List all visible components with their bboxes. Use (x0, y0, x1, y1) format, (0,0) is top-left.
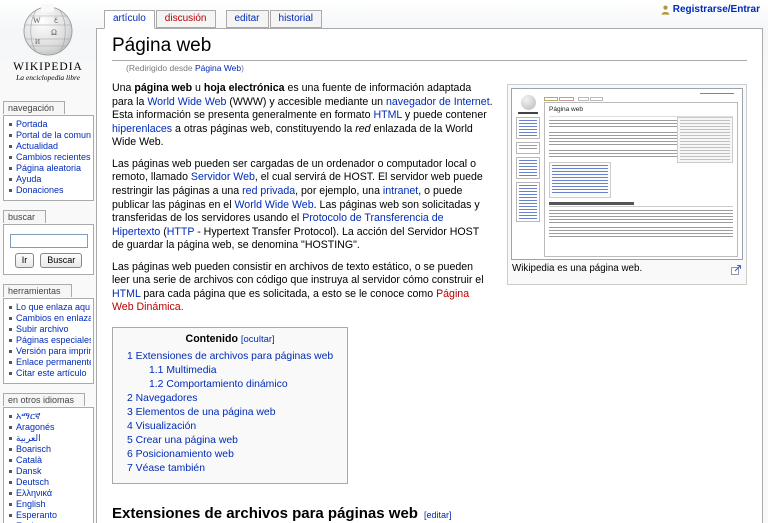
sidebar: W Ω И ع WIKIPEDIA La enciclopedia libre … (0, 0, 96, 523)
svg-text:W: W (33, 16, 41, 25)
lang-item-amharic[interactable]: አማርኛ (8, 411, 91, 422)
lang-item-greek[interactable]: Ελληνικά (8, 488, 91, 499)
article-link[interactable]: Servidor Web (191, 171, 255, 183)
sidebar-item-actualidad[interactable]: Actualidad (8, 141, 91, 152)
portlet-languages: en otros idiomas አማርኛ Aragonés العربية B… (3, 389, 94, 523)
tab-articulo[interactable]: artículo (104, 10, 155, 29)
toc-item-1-1[interactable]: 1.1 Multimedia (149, 364, 333, 378)
search-button[interactable]: Buscar (40, 253, 82, 268)
portlet-navigation-title: navegación (3, 101, 65, 114)
toc-item-5[interactable]: 5 Crear una página web (127, 434, 333, 448)
portlet-navigation: navegación Portada Portal de la comunida… (3, 97, 94, 201)
sidebar-item-ayuda[interactable]: Ayuda (8, 174, 91, 185)
lang-item-esperanto[interactable]: Esperanto (8, 510, 91, 521)
toc-item-1-2[interactable]: 1.2 Comportamiento dinámico (149, 378, 333, 392)
article-link[interactable]: World Wide Web (147, 96, 226, 108)
tool-item-citar-articulo[interactable]: Citar este artículo (8, 368, 91, 379)
article-link[interactable]: hiperenlaces (112, 123, 172, 135)
table-of-contents: Contenido [ocultar] 1 Extensiones de arc… (112, 327, 348, 485)
sidebar-item-donaciones[interactable]: Donaciones (8, 185, 91, 196)
sidebar-item-portal-comunidad[interactable]: Portal de la comunidad (8, 130, 91, 141)
tool-item-paginas-especiales[interactable]: Páginas especiales (8, 335, 91, 346)
mini-wordmark (518, 112, 538, 114)
tool-item-enlace-permanente[interactable]: Enlace permanente (8, 357, 91, 368)
toc-item-6[interactable]: 6 Posicionamiento web (127, 448, 333, 462)
toc-hide-link[interactable]: [ocultar] (241, 334, 275, 345)
page-tabs: artículo discusión editar historial (104, 10, 323, 29)
enlarge-icon[interactable] (731, 264, 742, 280)
lang-item-aragones[interactable]: Aragonés (8, 422, 91, 433)
search-input[interactable] (10, 234, 88, 248)
portlet-languages-title: en otros idiomas (3, 393, 85, 406)
tool-item-cambios-enlazadas[interactable]: Cambios en enlazadas (8, 313, 91, 324)
wikipedia-wordmark: WIKIPEDIA (0, 61, 96, 73)
mini-sidebar (516, 95, 540, 222)
user-icon (661, 5, 670, 15)
toc-item-1[interactable]: 1 Extensiones de archivos para páginas w… (127, 350, 333, 364)
personal-bar: Registrarse/Entrar (661, 4, 760, 15)
thumbnail-image[interactable]: Página web (511, 88, 743, 260)
wikipedia-globe-icon: W Ω И ع (21, 2, 75, 58)
svg-text:Ω: Ω (51, 28, 57, 37)
login-link[interactable]: Registrarse/Entrar (673, 4, 760, 15)
wikipedia-page: Registrarse/Entrar W Ω И ع WIKIPEDI (0, 0, 768, 523)
section-heading-extensiones: Extensiones de archivos para páginas web… (112, 504, 747, 523)
tool-item-subir-archivo[interactable]: Subir archivo (8, 324, 91, 335)
article-link[interactable]: red privada (242, 185, 295, 197)
toc-item-7[interactable]: 7 Véase también (127, 462, 333, 476)
portlet-tools-title: herramientas (3, 284, 72, 297)
mini-login-line (700, 93, 734, 95)
article-content: Página web (Redirigido desde Página Web) (96, 28, 763, 523)
lang-item-boarisch[interactable]: Boarisch (8, 444, 91, 455)
article-thumbnail: Página web (507, 84, 747, 285)
mini-title: Página web (549, 106, 733, 116)
mini-content: Página web (544, 97, 738, 257)
toc-item-4[interactable]: 4 Visualización (127, 420, 333, 434)
portlet-tools: herramientas Lo que enlaza aquí Cambios … (3, 280, 94, 384)
article-link[interactable]: World Wide Web (235, 199, 314, 211)
go-button[interactable]: Ir (15, 253, 35, 268)
redirect-note: (Redirigido desde Página Web) (126, 63, 747, 74)
toc-item-2[interactable]: 2 Navegadores (127, 392, 333, 406)
article-link[interactable]: HTML (373, 109, 401, 121)
article-link[interactable]: HTTP (167, 226, 194, 238)
tab-discusion[interactable]: discusión (156, 10, 216, 28)
thumbnail-caption: Wikipedia es una página web. (511, 260, 743, 281)
article-link[interactable]: navegador de Internet (386, 96, 490, 108)
edit-section-link[interactable]: [editar] (424, 510, 452, 520)
sidebar-item-pagina-aleatoria[interactable]: Página aleatoria (8, 163, 91, 174)
lang-item-arabic[interactable]: العربية (8, 433, 91, 444)
svg-text:И: И (35, 38, 40, 46)
tab-historial[interactable]: historial (270, 10, 322, 28)
tab-editar[interactable]: editar (226, 10, 269, 28)
lang-item-english[interactable]: English (8, 499, 91, 510)
tool-item-version-imprimir[interactable]: Versión para imprimir (8, 346, 91, 357)
lang-item-deutsch[interactable]: Deutsch (8, 477, 91, 488)
lang-item-catala[interactable]: Català (8, 455, 91, 466)
sidebar-item-portada[interactable]: Portada (8, 119, 91, 130)
mini-globe (521, 95, 536, 110)
redirect-link[interactable]: Página Web (195, 63, 241, 73)
sidebar-item-cambios-recientes[interactable]: Cambios recientes (8, 152, 91, 163)
portlet-search-title: buscar (3, 210, 46, 223)
article-link[interactable]: intranet (383, 185, 418, 197)
portlet-search: buscar Ir Buscar (3, 206, 94, 275)
wikipedia-tagline: La enciclopedia libre (0, 73, 96, 82)
article-link[interactable]: HTML (112, 288, 140, 300)
page-title: Página web (112, 34, 747, 61)
lang-item-dansk[interactable]: Dansk (8, 466, 91, 477)
tool-item-lo-que-enlaza[interactable]: Lo que enlaza aquí (8, 302, 91, 313)
toc-item-3[interactable]: 3 Elementos de una página web (127, 406, 333, 420)
toc-title: Contenido (186, 333, 238, 345)
wikipedia-logo[interactable]: W Ω И ع WIKIPEDIA La enciclopedia libre (0, 0, 96, 92)
